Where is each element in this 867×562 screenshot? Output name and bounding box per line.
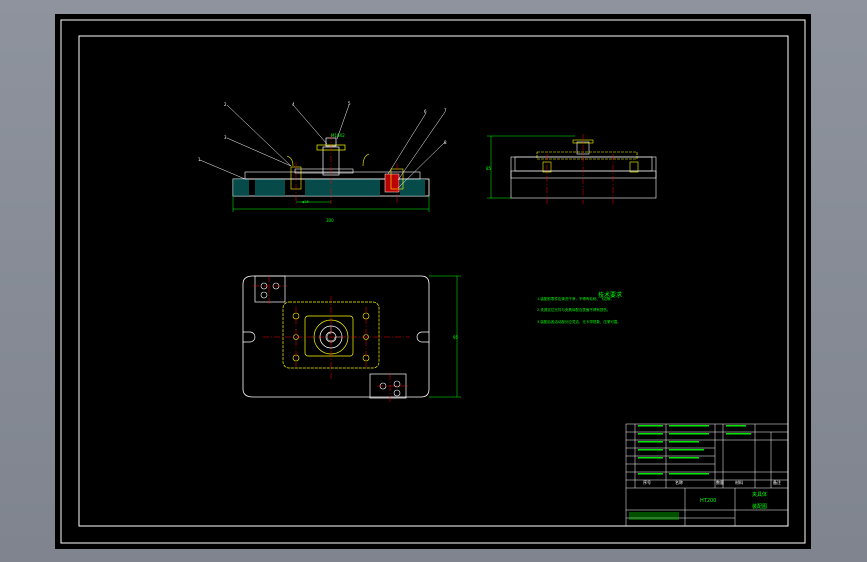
title-block-fills [629, 425, 751, 520]
title-label-name: 名称 [675, 479, 683, 485]
front-view: 300 φ16 M16X2 [199, 104, 446, 223]
tech-note-line: 1.装配前零件应清洗干净，不得有毛刺、飞边等。 [537, 297, 614, 301]
drawing-sheet[interactable]: 300 φ16 M16X2 2 3 1 4 5 6 7 8 85 95 序号 名… [55, 14, 811, 549]
title-label-material: 材料 [735, 479, 743, 485]
title-label-qty: 数量 [716, 479, 724, 485]
balloon-3: 3 [224, 135, 227, 140]
svg-text:φ16: φ16 [302, 200, 309, 204]
svg-text:85: 85 [486, 166, 492, 171]
balloon-1: 1 [198, 157, 201, 162]
title-code: HT200 [700, 498, 716, 504]
cad-viewport[interactable]: 300 φ16 M16X2 2 3 1 4 5 6 7 8 85 95 序号 名… [0, 0, 867, 562]
balloon-4: 4 [292, 102, 295, 107]
tech-note-line: 2.夹具定位元件与夹具体配合表面不得有损伤。 [537, 308, 611, 312]
inner-frame [78, 35, 789, 527]
title-label-remark: 备注 [773, 479, 781, 485]
title-part-name: 装配图 [752, 503, 767, 510]
drawing-canvas[interactable]: 300 φ16 M16X2 2 3 1 4 5 6 7 8 85 95 序号 名… [55, 14, 811, 549]
title-designation: 夹具体 [752, 491, 767, 498]
top-view: 95 [242, 275, 461, 402]
title-label-index: 序号 [643, 479, 651, 485]
side-view: 85 [486, 134, 657, 204]
title-block [625, 423, 789, 527]
balloon-5: 5 [348, 101, 351, 106]
balloon-2: 2 [224, 102, 227, 107]
balloon-6: 6 [424, 109, 427, 114]
svg-text:300: 300 [326, 218, 334, 223]
balloon-8: 8 [444, 140, 447, 145]
outer-frame [60, 19, 806, 544]
balloon-7: 7 [444, 108, 447, 113]
svg-text:95: 95 [453, 335, 459, 340]
tech-note-line: 3.装配后各活动部分应灵活，无卡滞现象，压紧可靠。 [537, 320, 621, 324]
